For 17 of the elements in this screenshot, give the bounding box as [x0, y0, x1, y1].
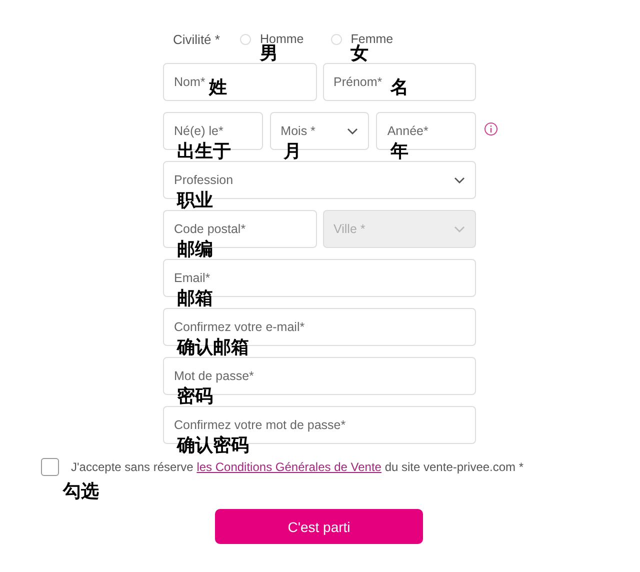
- terms-text: J'accepte sans réserve les Conditions Générales de Vente du site vente-privee.com *: [71, 460, 524, 474]
- submit-button[interactable]: C'est parti: [215, 509, 423, 544]
- chevron-down-icon: [454, 176, 465, 184]
- civility-label: Civilité *: [173, 32, 220, 46]
- annotation: 勾选: [63, 482, 99, 502]
- annotation: 男: [260, 44, 278, 64]
- radio-button[interactable]: [330, 34, 342, 44]
- annotation: 女: [350, 44, 369, 64]
- chevron-down-icon: [454, 226, 465, 232]
- info-icon[interactable]: [484, 122, 498, 136]
- terms-link[interactable]: les Conditions Générales de Vente: [196, 460, 382, 474]
- radio-button[interactable]: [240, 34, 251, 44]
- chevron-down-icon: [347, 128, 358, 134]
- annotation: 姓: [209, 78, 227, 98]
- annotation: 名: [390, 78, 408, 98]
- radio-label[interactable]: Homme: [260, 32, 304, 46]
- checkbox[interactable]: [41, 458, 59, 476]
